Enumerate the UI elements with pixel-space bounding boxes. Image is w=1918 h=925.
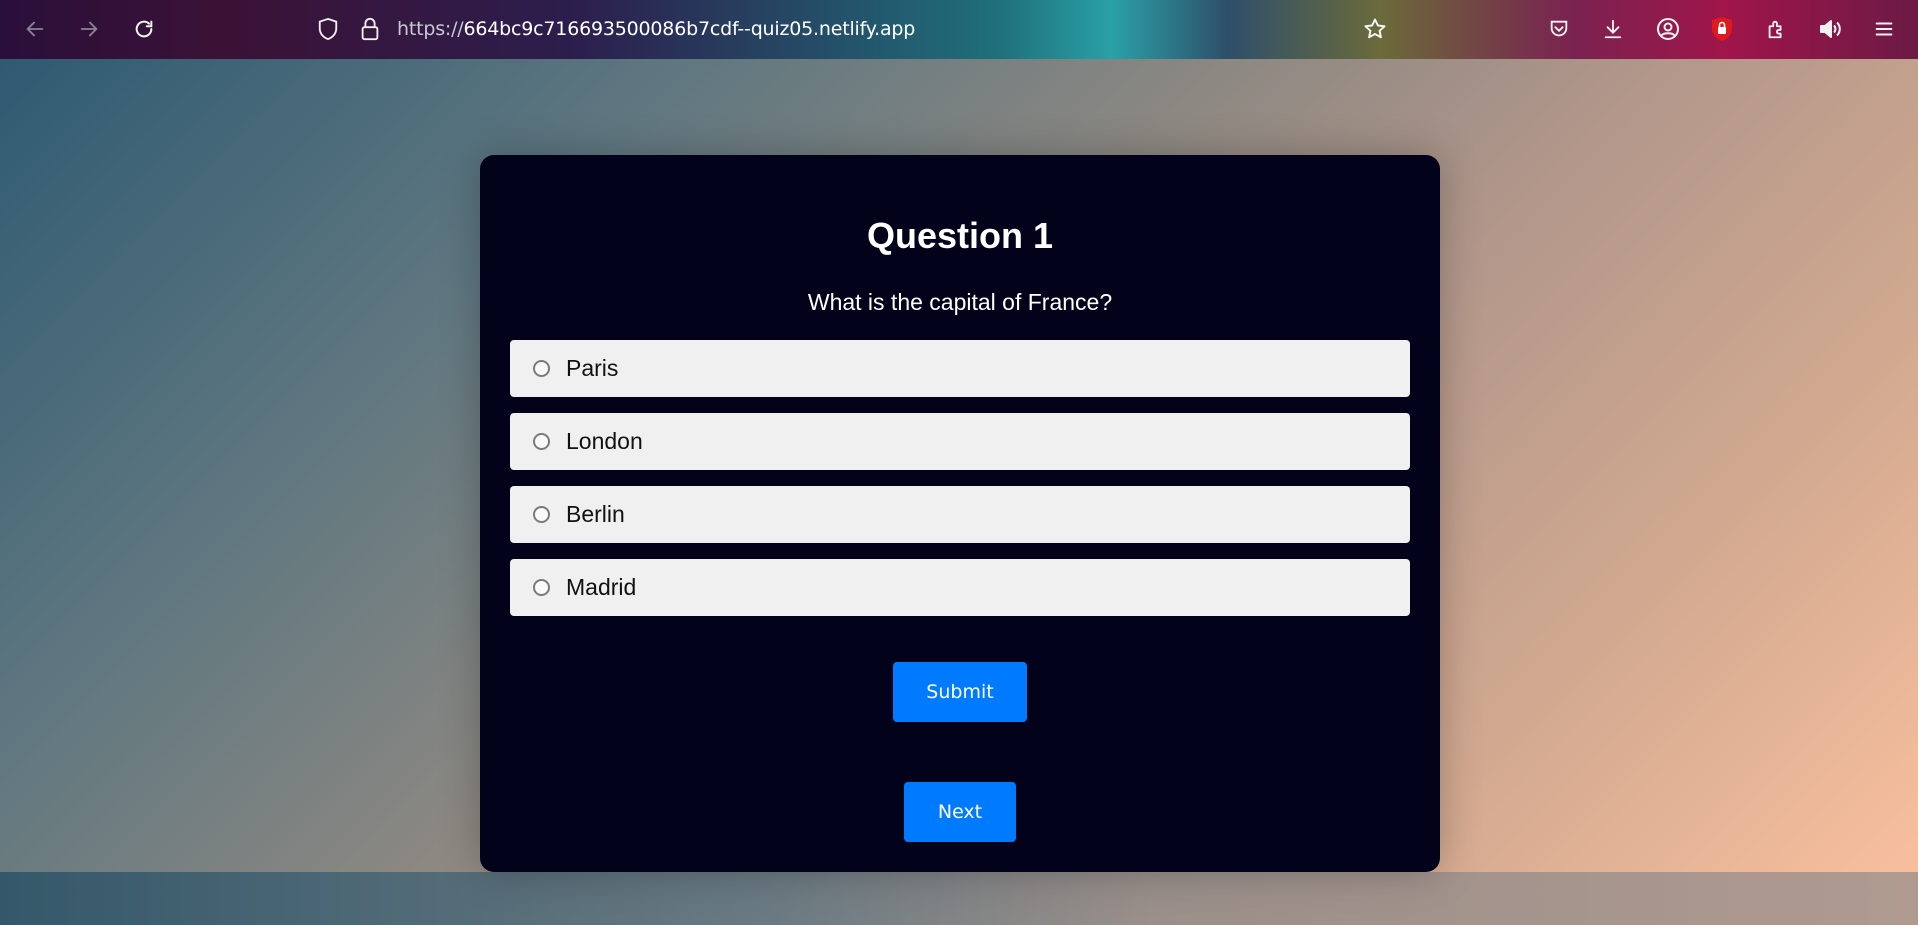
forward-icon[interactable]: [72, 12, 106, 46]
address-bar[interactable]: https://664bc9c716693500086b7cdf--quiz05…: [305, 8, 1395, 50]
reload-icon[interactable]: [127, 12, 161, 46]
back-icon[interactable]: [18, 12, 52, 46]
page-bottom-strip: [0, 872, 1918, 925]
question-title: Question 1: [866, 215, 1054, 256]
shield-icon[interactable]: [311, 12, 345, 46]
pocket-icon[interactable]: [1542, 12, 1576, 46]
option-paris[interactable]: Paris: [510, 340, 1410, 397]
account-icon[interactable]: [1651, 12, 1685, 46]
url-protocol: https://: [397, 18, 464, 40]
option-label: Paris: [566, 355, 619, 381]
option-berlin[interactable]: Berlin: [510, 486, 1410, 543]
question-text: What is the capital of France?: [807, 289, 1113, 315]
bookmark-star-icon[interactable]: [1358, 12, 1392, 46]
radio-button[interactable]: [533, 579, 550, 596]
radio-button[interactable]: [533, 360, 550, 377]
extensions-icon[interactable]: [1759, 12, 1793, 46]
quiz-card: Question 1 What is the capital of France…: [480, 155, 1440, 872]
radio-button[interactable]: [533, 433, 550, 450]
option-label: Berlin: [566, 501, 625, 527]
option-madrid[interactable]: Madrid: [510, 559, 1410, 616]
submit-button[interactable]: Submit: [893, 662, 1027, 722]
ublock-icon[interactable]: [1705, 12, 1739, 46]
speaker-icon[interactable]: [1813, 12, 1847, 46]
option-london[interactable]: London: [510, 413, 1410, 470]
lock-icon[interactable]: [353, 12, 387, 46]
option-label: London: [566, 428, 643, 454]
radio-button[interactable]: [533, 506, 550, 523]
download-icon[interactable]: [1596, 12, 1630, 46]
menu-icon[interactable]: [1867, 12, 1901, 46]
option-label: Madrid: [566, 574, 637, 600]
browser-toolbar: https://664bc9c716693500086b7cdf--quiz05…: [0, 0, 1918, 59]
url-text[interactable]: https://664bc9c716693500086b7cdf--quiz05…: [397, 18, 915, 40]
url-host: 664bc9c716693500086b7cdf--quiz05.netlify…: [463, 18, 916, 40]
next-button[interactable]: Next: [904, 782, 1016, 842]
